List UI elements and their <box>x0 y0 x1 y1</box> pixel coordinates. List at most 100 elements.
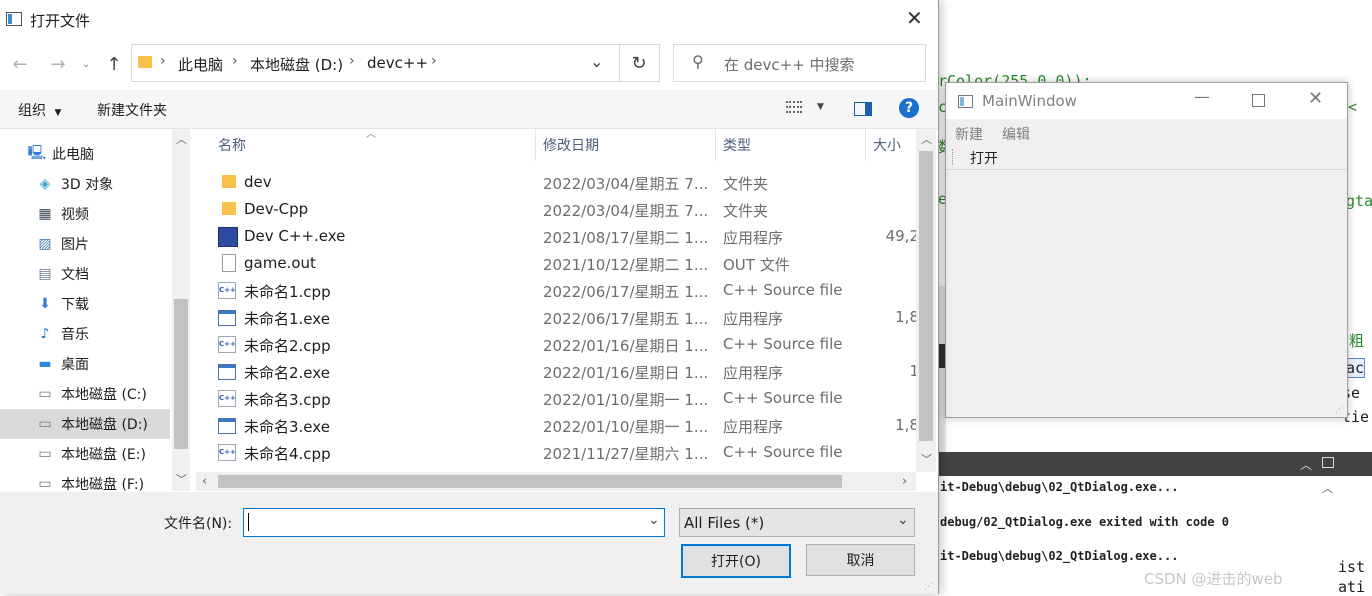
horizontal-scrollbar[interactable]: ‹ › <box>196 472 916 491</box>
column-header-name[interactable]: 名称 <box>218 135 246 155</box>
filename-input[interactable]: ⌄ <box>243 508 665 537</box>
nav-item[interactable]: ▭ 本地磁盘 (E:) <box>0 439 170 469</box>
menu-item-new[interactable]: 新建 <box>955 124 983 144</box>
scroll-up-arrow[interactable]: ︿ <box>1322 480 1333 496</box>
file-row[interactable]: 未命名2.exe 2022/01/16/星期日 1... 应用程序 1 <box>218 358 919 385</box>
nav-scrollbar[interactable]: ︿ ﹀ <box>172 129 190 491</box>
column-divider[interactable] <box>535 129 536 161</box>
filename-label: 文件名(N): <box>164 516 233 532</box>
up-arrow-icon[interactable]: ↑ <box>102 52 126 76</box>
file-row[interactable]: C++ 未命名4.cpp 2021/11/27/星期六 1... C++ Source… <box>218 439 918 466</box>
column-header-size[interactable]: 大小 <box>873 135 901 155</box>
breadcrumb-devcpp[interactable]: devc++ <box>367 54 428 72</box>
column-divider[interactable] <box>715 129 716 161</box>
nav-item[interactable]: ♪ 音乐 <box>0 319 170 349</box>
devcpp-app-icon <box>218 227 238 247</box>
breadcrumb-drive-d[interactable]: 本地磁盘 (D:) <box>250 54 343 75</box>
dialog-titlebar[interactable]: 打开文件 ✕ <box>0 0 938 38</box>
breadcrumb-separator[interactable]: › <box>349 53 355 69</box>
blank-file-icon <box>222 254 236 272</box>
file-row[interactable]: Dev-Cpp 2022/03/04/星期五 7... 文件夹 <box>218 196 918 223</box>
breadcrumb-this-pc[interactable]: 此电脑 <box>178 54 223 75</box>
file-name: 未命名4.cpp <box>244 445 331 463</box>
scroll-thumb[interactable] <box>919 151 933 441</box>
maximize-icon[interactable] <box>1252 94 1265 107</box>
scroll-up-arrow[interactable]: ︿ <box>176 131 187 147</box>
watermark: CSDN @进击的web <box>1144 570 1283 588</box>
scroll-thumb[interactable] <box>174 299 188 449</box>
recent-dropdown-icon[interactable]: ⌄ <box>78 54 94 74</box>
close-icon[interactable]: ✕ <box>1308 88 1323 109</box>
nav-item[interactable]: ◈ 3D 对象 <box>0 169 170 199</box>
search-box[interactable]: ⚲ 在 devc++ 中搜索 <box>673 44 926 82</box>
new-folder-button[interactable]: 新建文件夹 <box>97 100 167 120</box>
view-dropdown-icon[interactable]: ▼ <box>817 102 824 112</box>
file-row[interactable]: C++ 未命名2.cpp 2022/01/16/星期日 1... C++ Source… <box>218 331 918 358</box>
file-type: 应用程序 <box>723 418 784 436</box>
column-header-date[interactable]: 修改日期 <box>543 135 599 155</box>
file-type: C++ Source file <box>723 389 843 407</box>
view-options-icon[interactable] <box>786 101 802 115</box>
folder-icon <box>222 175 236 188</box>
nav-item-label: 图片 <box>61 237 89 253</box>
file-row[interactable]: 未命名3.exe 2022/01/10/星期一 1... 应用程序 1,8 <box>218 412 919 439</box>
file-type-select[interactable]: All Files (*) ⌄ <box>679 508 915 537</box>
chevron-down-icon[interactable]: ⌄ <box>648 512 660 528</box>
scroll-down-arrow[interactable]: ﹀ <box>921 451 932 467</box>
breadcrumb-separator[interactable]: › <box>232 53 238 69</box>
nav-item[interactable]: ⬇ 下载 <box>0 289 170 319</box>
file-date: 2022/06/17/星期五 1... <box>543 310 709 328</box>
file-row[interactable]: C++ 未命名1.cpp 2022/06/17/星期五 1... C++ Source… <box>218 277 918 304</box>
scroll-up-arrow[interactable]: ︿ <box>921 131 932 147</box>
size-grip[interactable]: ⋰ <box>924 582 933 592</box>
open-button[interactable]: 打开(O) <box>681 544 791 578</box>
file-date: 2021/11/27/星期六 1... <box>543 445 709 463</box>
refresh-icon[interactable]: ↻ <box>619 44 660 82</box>
organize-button[interactable]: 组织 ▼ <box>18 100 61 120</box>
scroll-thumb[interactable] <box>218 475 842 488</box>
file-vertical-scrollbar[interactable]: ︿ ﹀ <box>916 129 936 472</box>
nav-item[interactable]: ▨ 图片 <box>0 229 170 259</box>
file-row[interactable]: Dev C++.exe 2021/08/17/星期二 1... 应用程序 49,2 <box>218 223 919 250</box>
forward-arrow-icon[interactable]: → <box>46 52 70 76</box>
nav-item[interactable]: ▭ 本地磁盘 (C:) <box>0 379 170 409</box>
nav-item[interactable]: ▤ 文档 <box>0 259 170 289</box>
main-window-titlebar[interactable]: MainWindow — ✕ <box>946 83 1347 119</box>
file-row[interactable]: C++ 未命名3.cpp 2022/01/10/星期一 1... C++ Source… <box>218 385 918 412</box>
cancel-button[interactable]: 取消 <box>806 544 915 576</box>
scroll-left-arrow[interactable]: ‹ <box>202 474 207 489</box>
breadcrumb-separator[interactable]: › <box>160 53 166 69</box>
toolbar-grip <box>952 149 955 165</box>
maximize-panel-icon[interactable] <box>1322 457 1334 468</box>
chevron-down-icon[interactable]: ⌄ <box>897 512 909 528</box>
scroll-down-arrow[interactable]: ﹀ <box>176 471 187 487</box>
breadcrumb-separator[interactable]: › <box>431 53 437 69</box>
nav-item[interactable]: 🖳 此电脑 <box>0 139 170 169</box>
back-arrow-icon[interactable]: ← <box>8 52 32 76</box>
menu-item-edit[interactable]: 编辑 <box>1002 124 1030 144</box>
file-row[interactable]: dev 2022/03/04/星期五 7... 文件夹 <box>218 169 918 196</box>
nav-item[interactable]: ▦ 视频 <box>0 199 170 229</box>
folder-icon <box>138 56 152 68</box>
size-grip[interactable]: ⋰ <box>1335 405 1345 415</box>
file-name: Dev-Cpp <box>244 200 309 218</box>
column-divider[interactable] <box>865 129 866 161</box>
nav-item[interactable]: ▭ 本地磁盘 (D:) <box>0 409 170 439</box>
help-icon[interactable]: ? <box>899 98 919 118</box>
address-dropdown-icon[interactable]: ⌄ <box>590 52 603 71</box>
address-bar[interactable]: › 此电脑 › 本地磁盘 (D:) › devc++ › ⌄ <box>131 44 620 82</box>
output-panel-header: ︿ <box>938 452 1372 476</box>
column-header-type[interactable]: 类型 <box>723 135 751 155</box>
file-row[interactable]: game.out 2021/10/12/星期二 1... OUT 文件 <box>218 250 918 277</box>
toolbar-open-action[interactable]: 打开 <box>970 148 998 168</box>
minimize-icon[interactable]: — <box>1194 87 1210 106</box>
dialog-close-icon[interactable]: ✕ <box>906 6 923 30</box>
preview-pane-icon[interactable] <box>854 102 872 116</box>
scroll-right-arrow[interactable]: › <box>902 474 907 489</box>
file-list-pane: ︿ 名称 修改日期 类型 大小 dev 2022/03/04/星期五 7... 文件… <box>196 129 919 491</box>
file-name: Dev C++.exe <box>244 227 346 245</box>
collapse-icon[interactable]: ︿ <box>1300 456 1312 473</box>
nav-item[interactable]: ▬ 桌面 <box>0 349 170 379</box>
file-row[interactable]: 未命名1.exe 2022/06/17/星期五 1... 应用程序 1,8 <box>218 304 919 331</box>
drive-icon: ▭ <box>38 476 52 492</box>
